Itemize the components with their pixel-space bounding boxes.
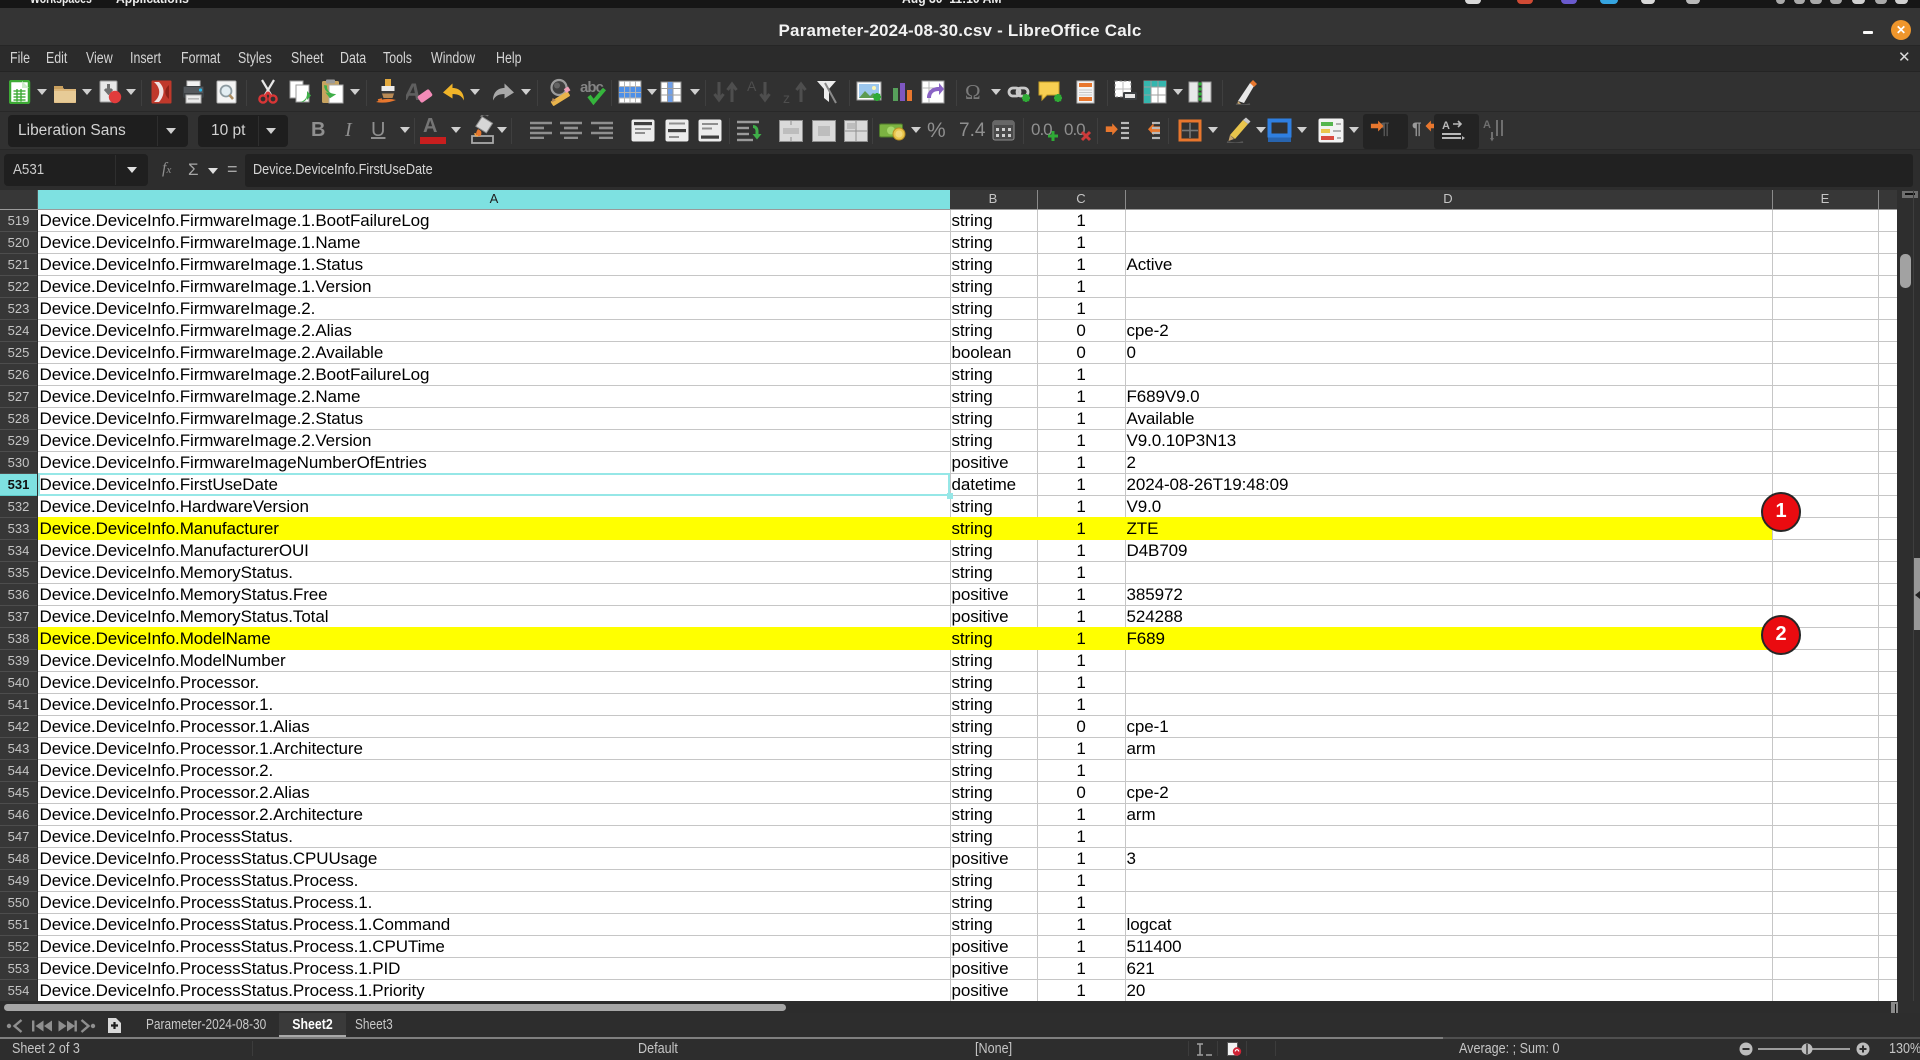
svg-text:A: A <box>1442 120 1450 132</box>
svg-text:Ω: Ω <box>965 80 981 104</box>
svg-text:z: z <box>783 90 790 105</box>
svg-text:A: A <box>1483 119 1491 131</box>
svg-text:¶: ¶ <box>1412 119 1421 138</box>
svg-text:A: A <box>747 79 757 94</box>
svg-text:¶: ¶ <box>1380 119 1389 138</box>
